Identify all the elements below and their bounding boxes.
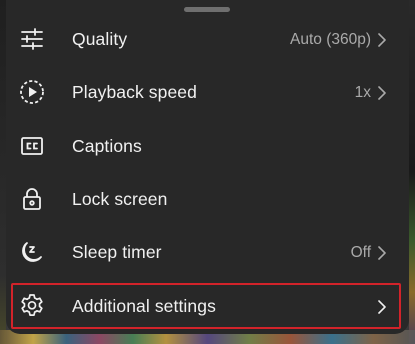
drag-handle[interactable] (184, 7, 230, 12)
menu-item-label: Playback speed (72, 82, 197, 102)
menu-item-label: Sleep timer (72, 242, 162, 262)
chevron-right-icon (375, 245, 389, 261)
menu-item-captions[interactable]: Captions (6, 120, 409, 173)
play-circle-icon (18, 78, 46, 106)
sliders-icon (18, 25, 46, 53)
gear-icon (18, 292, 46, 320)
settings-bottom-sheet: Quality Auto (360p) Playback speed 1x Ca… (6, 0, 409, 334)
menu-item-label: Lock screen (72, 189, 168, 209)
menu-item-label: Quality (72, 29, 128, 49)
menu-item-quality[interactable]: Quality Auto (360p) (6, 13, 409, 66)
chevron-right-icon (375, 299, 389, 315)
menu-item-label: Captions (72, 136, 142, 156)
menu-item-value: 1x (354, 83, 371, 101)
video-background-right-edge (409, 0, 415, 344)
menu-item-lock-screen[interactable]: Lock screen (6, 173, 409, 226)
chevron-right-icon (375, 32, 389, 48)
menu-item-additional-settings[interactable]: Additional settings (6, 280, 409, 333)
menu-item-playback-speed[interactable]: Playback speed 1x (6, 66, 409, 119)
menu-item-value: Auto (360p) (290, 30, 371, 48)
menu-item-label: Additional settings (72, 296, 216, 316)
lock-icon (18, 185, 46, 213)
chevron-right-icon (375, 85, 389, 101)
sleep-moon-icon (18, 238, 46, 266)
cc-icon (18, 132, 46, 160)
menu-item-sleep-timer[interactable]: Sleep timer Off (6, 226, 409, 279)
menu-item-value: Off (350, 243, 371, 261)
